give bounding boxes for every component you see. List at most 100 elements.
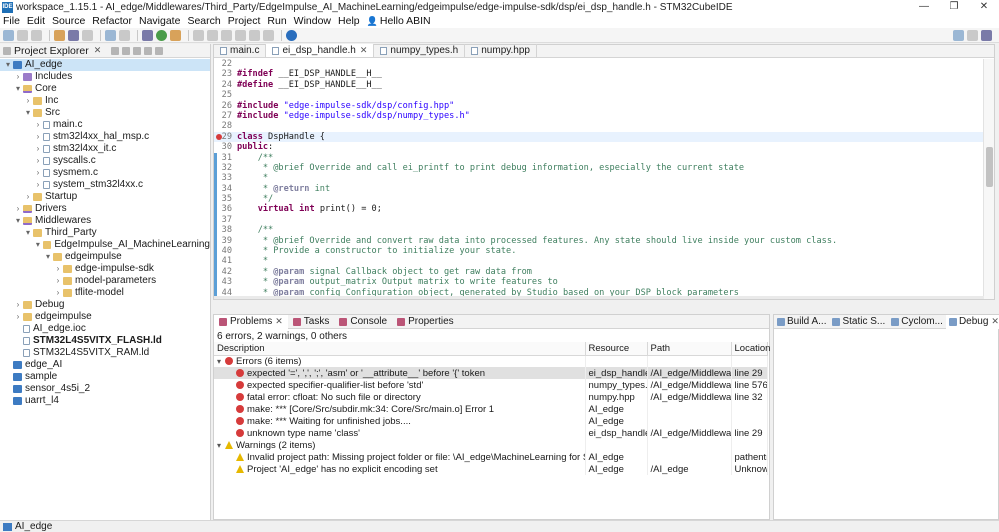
chevron-right-icon[interactable]: › <box>34 143 42 155</box>
collapse-all-icon[interactable] <box>111 46 120 55</box>
save-all-icon[interactable] <box>31 29 42 41</box>
code-line[interactable]: 25 <box>214 90 984 100</box>
code-line[interactable]: 32 * @brief Override and call ei_printf … <box>214 163 984 173</box>
tree-item[interactable]: ▾ Middlewares <box>0 215 210 227</box>
external-tools-icon[interactable] <box>170 29 181 41</box>
code-line[interactable]: 29 class DspHandle { <box>214 131 984 143</box>
code-area[interactable]: 22 23 #ifndef __EI_DSP_HANDLE__H__ 24 #defin… <box>214 59 984 299</box>
tree-item[interactable]: sensor_4s5i_2 <box>0 383 210 395</box>
menu-help[interactable]: Help <box>338 15 360 27</box>
side-tool-tab[interactable]: Build A... <box>774 315 829 329</box>
close-icon[interactable]: ✕ <box>991 316 999 327</box>
clean-icon[interactable] <box>82 29 93 41</box>
minimize-view-icon[interactable] <box>155 46 164 55</box>
code-line[interactable]: 38 /** <box>214 225 984 235</box>
close-icon[interactable]: ✕ <box>94 45 102 56</box>
menu-source[interactable]: Source <box>52 15 85 27</box>
filter-icon[interactable] <box>133 46 142 55</box>
tree-item[interactable]: › sysmem.c <box>0 167 210 179</box>
chevron-down-icon[interactable]: ▾ <box>34 239 42 251</box>
explorer-tab[interactable]: Project Explorer ✕ <box>0 44 210 58</box>
tree-item[interactable]: › Debug <box>0 299 210 311</box>
editor-tab[interactable]: main.c <box>214 44 267 57</box>
code-line[interactable]: 41 * <box>214 256 984 266</box>
close-icon[interactable]: ✕ <box>360 45 368 56</box>
chevron-right-icon[interactable]: › <box>14 203 22 215</box>
column-header-resource[interactable]: Resource <box>585 342 648 356</box>
code-line[interactable]: 43 * @param output_matrix Output matrix … <box>214 277 984 287</box>
tree-item[interactable]: › stm32l4xx_hal_msp.c <box>0 131 210 143</box>
code-line[interactable]: 33 * <box>214 173 984 183</box>
code-line[interactable]: 37 <box>214 215 984 225</box>
menu-user[interactable]: Hello ABIN <box>380 15 431 27</box>
chevron-right-icon[interactable]: › <box>34 155 42 167</box>
bottom-tab[interactable]: Console <box>334 315 392 329</box>
tree-item[interactable]: STM32L4S5VITX_RAM.ld <box>0 347 210 359</box>
view-menu-icon[interactable] <box>144 46 153 55</box>
problem-row[interactable]: make: *** [Core/Src/subdir.mk:34: Core/S… <box>214 403 768 415</box>
chevron-right-icon[interactable]: › <box>34 131 42 143</box>
debug-perspective-icon[interactable] <box>981 30 992 41</box>
device-config-perspective-icon[interactable] <box>967 30 978 41</box>
chevron-down-icon[interactable]: ▾ <box>24 107 32 119</box>
maximize-button[interactable]: ❐ <box>939 0 969 14</box>
chevron-down-icon[interactable]: ▾ <box>14 83 22 95</box>
editor-vertical-scrollbar[interactable] <box>983 59 994 299</box>
problem-row[interactable]: Project 'AI_edge' has no explicit encodi… <box>214 463 768 475</box>
chevron-right-icon[interactable]: › <box>24 95 32 107</box>
chevron-down-icon[interactable]: ▾ <box>4 59 12 71</box>
menu-search[interactable]: Search <box>187 15 220 27</box>
tree-item[interactable]: ▾ EdgeImpulse_AI_MachineLearning <box>0 239 210 251</box>
problem-row[interactable]: make: *** Waiting for unfinished jobs...… <box>214 415 768 427</box>
build-hammer-icon[interactable] <box>54 29 65 41</box>
tree-item[interactable]: › system_stm32l4xx.c <box>0 179 210 191</box>
menu-run[interactable]: Run <box>267 15 286 27</box>
error-marker-icon[interactable] <box>216 133 222 140</box>
code-line[interactable]: 35 */ <box>214 194 984 204</box>
problem-row[interactable]: expected specifier-qualifier-list before… <box>214 379 768 391</box>
cpp-perspective-icon[interactable] <box>953 30 964 41</box>
bottom-tab[interactable]: Problems ✕ <box>214 314 288 329</box>
menu-file[interactable]: File <box>3 15 20 27</box>
debug-icon[interactable] <box>142 29 153 41</box>
code-line[interactable]: 42 * @param signal Callback object to ge… <box>214 267 984 277</box>
chevron-right-icon[interactable]: › <box>54 287 62 299</box>
tree-item[interactable]: uarrt_l4 <box>0 395 210 407</box>
next-annotation-icon[interactable] <box>221 29 232 41</box>
build-config-icon[interactable] <box>68 29 79 41</box>
toggle-mark-icon[interactable] <box>207 29 218 41</box>
close-button[interactable]: ✕ <box>969 0 999 14</box>
column-header-description[interactable]: Description <box>214 342 586 356</box>
chevron-down-icon[interactable]: ▾ <box>14 215 22 227</box>
editor-tab[interactable]: ei_dsp_handle.h ✕ <box>266 44 375 57</box>
new-file-icon[interactable] <box>3 29 14 41</box>
code-line[interactable]: 40 * Provide a constructor to initialize… <box>214 246 984 256</box>
link-editor-icon[interactable] <box>122 46 131 55</box>
menu-window[interactable]: Window <box>294 15 331 27</box>
problem-row[interactable]: Invalid project path: Missing project fo… <box>214 451 768 463</box>
code-line[interactable]: 30 public: <box>214 142 984 152</box>
code-line[interactable]: 39 * @brief Override and convert raw dat… <box>214 236 984 246</box>
chevron-down-icon[interactable]: ▾ <box>24 227 32 239</box>
tree-item[interactable]: › stm32l4xx_it.c <box>0 143 210 155</box>
column-header-location[interactable]: Location <box>731 342 770 356</box>
chevron-right-icon[interactable]: › <box>54 275 62 287</box>
tree-item[interactable]: ▾ AI_edge <box>0 59 210 71</box>
tree-item[interactable]: › Inc <box>0 95 210 107</box>
tree-item[interactable]: ▾ Third_Party <box>0 227 210 239</box>
menu-refactor[interactable]: Refactor <box>92 15 132 27</box>
tree-item[interactable]: › model-parameters <box>0 275 210 287</box>
code-line[interactable]: 36 virtual int print() = 0; <box>214 204 984 214</box>
side-tool-tab[interactable]: Cyclom... <box>888 315 946 329</box>
code-line[interactable]: 26 #include "edge-impulse-sdk/dsp/config.… <box>214 101 984 111</box>
tree-item[interactable]: ▾ Core <box>0 83 210 95</box>
editor-tab[interactable]: numpy.hpp <box>465 44 537 57</box>
tree-item[interactable]: › edgeimpulse <box>0 311 210 323</box>
menu-project[interactable]: Project <box>228 15 261 27</box>
bottom-tab[interactable]: Tasks <box>288 315 335 329</box>
tree-item[interactable]: STM32L4S5VITX_FLASH.ld <box>0 335 210 347</box>
run-icon[interactable] <box>156 29 167 41</box>
chevron-down-icon[interactable]: ▾ <box>217 441 225 450</box>
tree-item[interactable]: ▾ Src <box>0 107 210 119</box>
scrollbar-thumb[interactable] <box>986 147 993 187</box>
